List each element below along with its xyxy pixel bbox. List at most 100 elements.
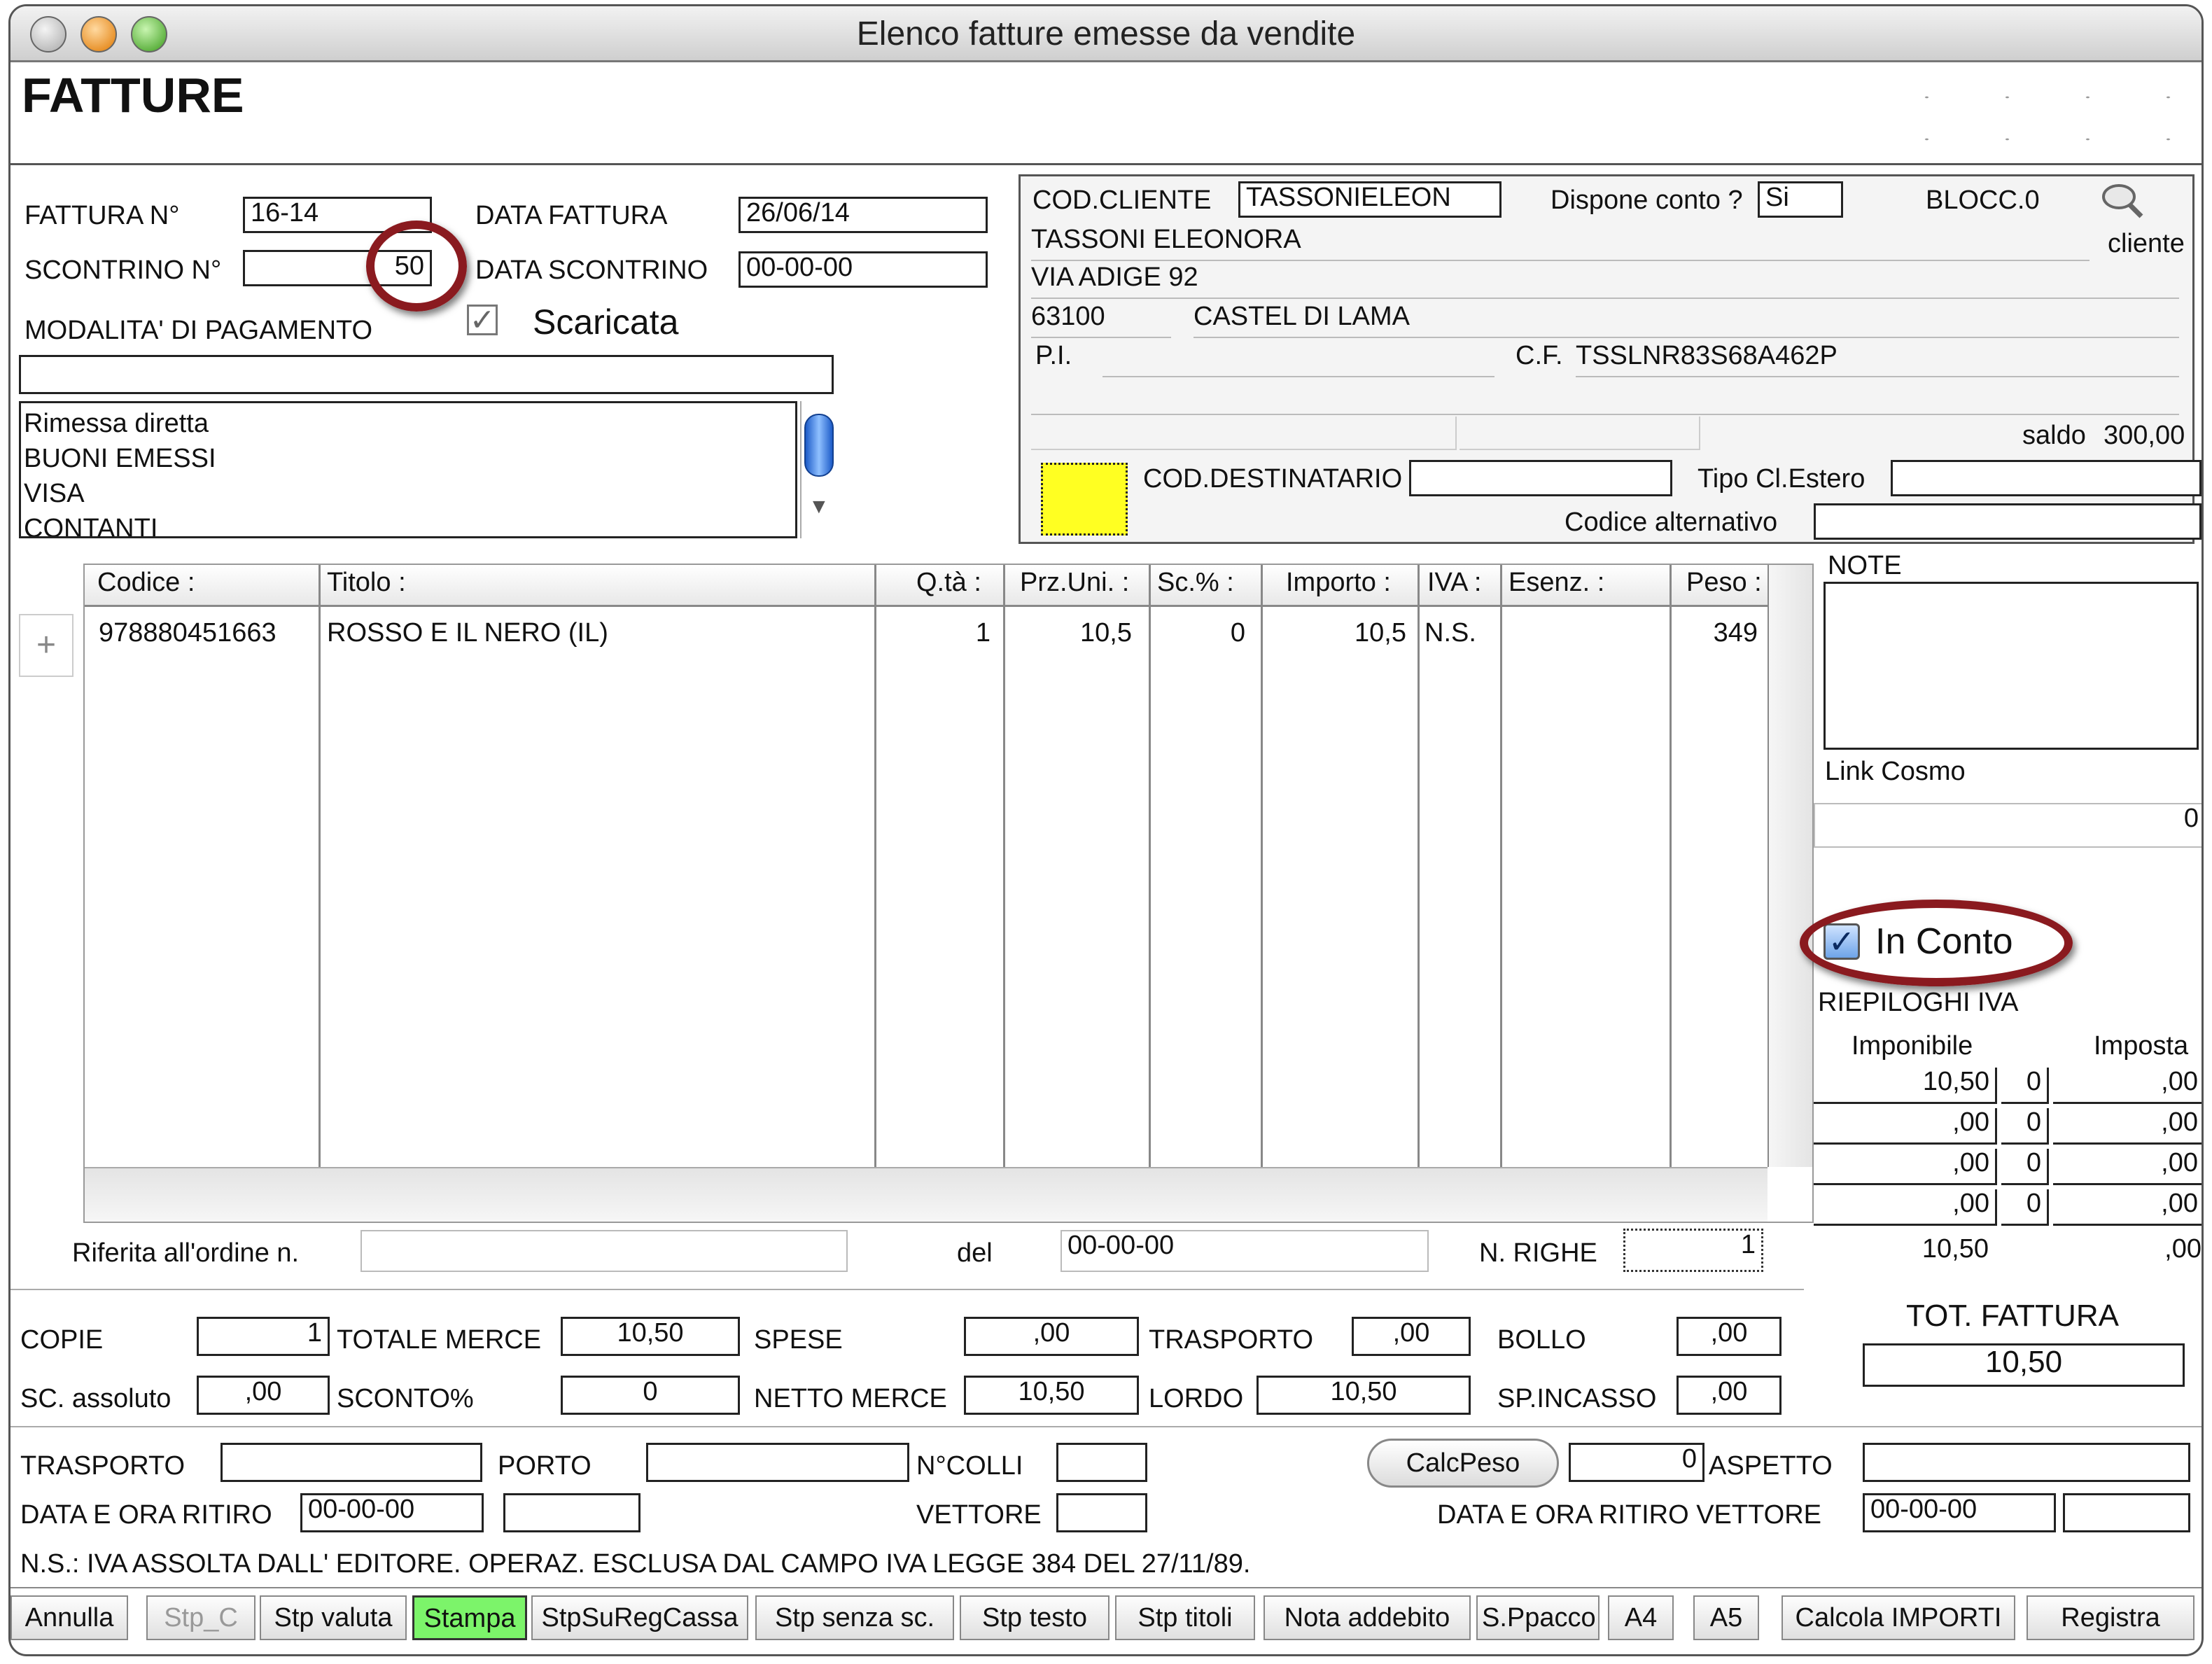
iva-aliquota[interactable]: 0: [2001, 1149, 2049, 1185]
payment-list-scrollbar[interactable]: ▼: [800, 401, 835, 538]
row-peso: 349: [1713, 618, 1758, 648]
stp-senza-sc-button[interactable]: Stp senza sc.: [755, 1595, 954, 1640]
payment-option[interactable]: Rimessa diretta: [24, 409, 209, 440]
iva-imponibile[interactable]: ,00: [1814, 1149, 1997, 1185]
sp-incasso-field[interactable]: ,00: [1676, 1376, 1782, 1415]
col-header-codice[interactable]: Codice :: [97, 568, 195, 598]
registra-button[interactable]: Registra: [2026, 1595, 2194, 1640]
stampa-button[interactable]: Stampa: [412, 1595, 527, 1640]
ora-ritiro-vettore-field[interactable]: [2063, 1493, 2190, 1532]
iva-imponibile[interactable]: ,00: [1814, 1108, 1997, 1145]
calcpeso-button[interactable]: CalcPeso: [1367, 1439, 1559, 1488]
nota-addebito-button[interactable]: Nota addebito: [1264, 1595, 1471, 1640]
data-fattura-label: DATA FATTURA: [475, 201, 668, 230]
stp-valuta-button[interactable]: Stp valuta: [260, 1595, 407, 1640]
link-cosmo-field[interactable]: 0: [1814, 803, 2202, 848]
payment-options-list[interactable]: Rimessa diretta BUONI EMESSI VISA CONTAN…: [19, 401, 797, 538]
sc-assoluto-field[interactable]: ,00: [197, 1376, 330, 1415]
spese-field[interactable]: ,00: [964, 1317, 1139, 1356]
netto-merce-field[interactable]: 10,50: [964, 1376, 1139, 1415]
sconto-field[interactable]: 0: [561, 1376, 740, 1415]
annulla-button[interactable]: Annulla: [10, 1595, 128, 1640]
peso-field[interactable]: 0: [1569, 1443, 1704, 1482]
iva-imponibile[interactable]: ,00: [1814, 1189, 1997, 1226]
trasporto-cost-field[interactable]: ,00: [1352, 1317, 1471, 1356]
scaricata-checkbox[interactable]: ✓: [467, 305, 498, 336]
riferita-field[interactable]: [360, 1230, 848, 1272]
col-header-esenz[interactable]: Esenz. :: [1508, 568, 1604, 598]
tipo-estero-field[interactable]: [1891, 460, 2202, 496]
payment-option[interactable]: CONTANTI: [24, 514, 158, 536]
a5-button[interactable]: A5: [1693, 1595, 1759, 1640]
magnifier-icon[interactable]: [2101, 181, 2144, 221]
col-header-sconto[interactable]: Sc.% :: [1157, 568, 1234, 598]
col-header-qta[interactable]: Q.tà :: [916, 568, 981, 598]
sc-assoluto-label: SC. assoluto: [20, 1384, 172, 1413]
lordo-field[interactable]: 10,50: [1256, 1376, 1471, 1415]
data-ritiro-field[interactable]: 00-00-00: [300, 1493, 484, 1532]
stp-titoli-button[interactable]: Stp titoli: [1115, 1595, 1255, 1640]
payment-option[interactable]: VISA: [24, 479, 85, 510]
cod-destinatario-field[interactable]: [1409, 460, 1672, 496]
n-colli-field[interactable]: [1056, 1443, 1147, 1482]
col-header-peso[interactable]: Peso :: [1686, 568, 1762, 598]
data-fattura-field[interactable]: 26/06/14: [738, 197, 988, 233]
data-ritiro-label: DATA E ORA RITIRO: [20, 1500, 272, 1530]
n-righe-field[interactable]: 1: [1623, 1229, 1763, 1272]
vertical-scrollbar[interactable]: [1769, 565, 1812, 1167]
aspetto-field[interactable]: [1863, 1443, 2190, 1482]
row-prz-uni: 10,5: [1080, 618, 1132, 648]
add-row-button[interactable]: +: [19, 614, 74, 677]
cliente-button[interactable]: cliente: [2108, 229, 2185, 260]
col-header-titolo[interactable]: Titolo :: [327, 568, 406, 598]
data-scontrino-field[interactable]: 00-00-00: [738, 251, 988, 288]
data-ritiro-vettore-field[interactable]: 00-00-00: [1863, 1493, 2056, 1532]
porto-field[interactable]: [646, 1443, 909, 1482]
col-header-importo[interactable]: Importo :: [1286, 568, 1391, 598]
client-name: TASSONI ELEONORA: [1031, 225, 2090, 261]
totale-merce-field[interactable]: 10,50: [561, 1317, 740, 1356]
codice-alternativo-field[interactable]: [1814, 503, 2202, 540]
copie-field[interactable]: 1: [197, 1317, 330, 1356]
scroll-down-arrow-icon[interactable]: ▼: [808, 495, 830, 519]
iva-aliquota[interactable]: 0: [2001, 1189, 2049, 1226]
horizontal-scrollbar[interactable]: [85, 1167, 1768, 1222]
ora-ritiro-field[interactable]: [503, 1493, 640, 1532]
bollo-field[interactable]: ,00: [1676, 1317, 1782, 1356]
scrollbar-thumb[interactable]: [804, 414, 834, 477]
shipping-separator: [10, 1426, 2202, 1427]
dispone-field[interactable]: Si: [1758, 181, 1843, 218]
col-header-prz-uni[interactable]: Prz.Uni. :: [1020, 568, 1129, 598]
iva-imposta[interactable]: ,00: [2053, 1068, 2202, 1104]
row-codice: 978880451663: [99, 618, 276, 648]
iva-imposta[interactable]: ,00: [2053, 1149, 2202, 1185]
col-header-iva[interactable]: IVA :: [1427, 568, 1481, 598]
calcola-importi-button[interactable]: Calcola IMPORTI: [1782, 1595, 2015, 1640]
payment-option[interactable]: BUONI EMESSI: [24, 444, 216, 475]
cod-cliente-field[interactable]: TASSONIELEON: [1238, 181, 1502, 218]
imposta-label: Imposta: [2094, 1031, 2189, 1061]
modalita-field[interactable]: [19, 355, 834, 394]
lordo-label: LORDO: [1149, 1384, 1244, 1413]
iva-aliquota[interactable]: 0: [2001, 1108, 2049, 1145]
stp-testo-button[interactable]: Stp testo: [960, 1595, 1110, 1640]
note-label: NOTE: [1828, 551, 1902, 580]
del-field[interactable]: 00-00-00: [1060, 1230, 1429, 1272]
stp-c-button[interactable]: Stp_C: [146, 1595, 255, 1640]
s-ppacco-button[interactable]: S.Ppacco: [1476, 1595, 1600, 1640]
table-row[interactable]: 978880451663 ROSSO E IL NERO (IL) 1 10,5…: [85, 618, 1768, 655]
articles-table[interactable]: Codice : Titolo : Q.tà : Prz.Uni. : Sc.%…: [83, 564, 1814, 1223]
iva-imposta[interactable]: ,00: [2053, 1189, 2202, 1226]
client-aux-field-2: [1460, 417, 1700, 450]
iva-imposta[interactable]: ,00: [2053, 1108, 2202, 1145]
trasporto-field[interactable]: [220, 1443, 482, 1482]
a4-button[interactable]: A4: [1608, 1595, 1674, 1640]
tot-fattura-field[interactable]: 10,50: [1863, 1343, 2185, 1387]
stp-su-reg-cassa-button[interactable]: StpSuRegCassa: [531, 1595, 748, 1640]
blocc-label: BLOCC.0: [1926, 186, 2040, 215]
vettore-field[interactable]: [1056, 1493, 1147, 1532]
iva-imponibile[interactable]: 10,50: [1814, 1068, 1997, 1104]
note-textarea[interactable]: [1823, 582, 2199, 750]
iva-aliquota[interactable]: 0: [2001, 1068, 2049, 1104]
scontrino-highlight-ring: [366, 221, 467, 312]
